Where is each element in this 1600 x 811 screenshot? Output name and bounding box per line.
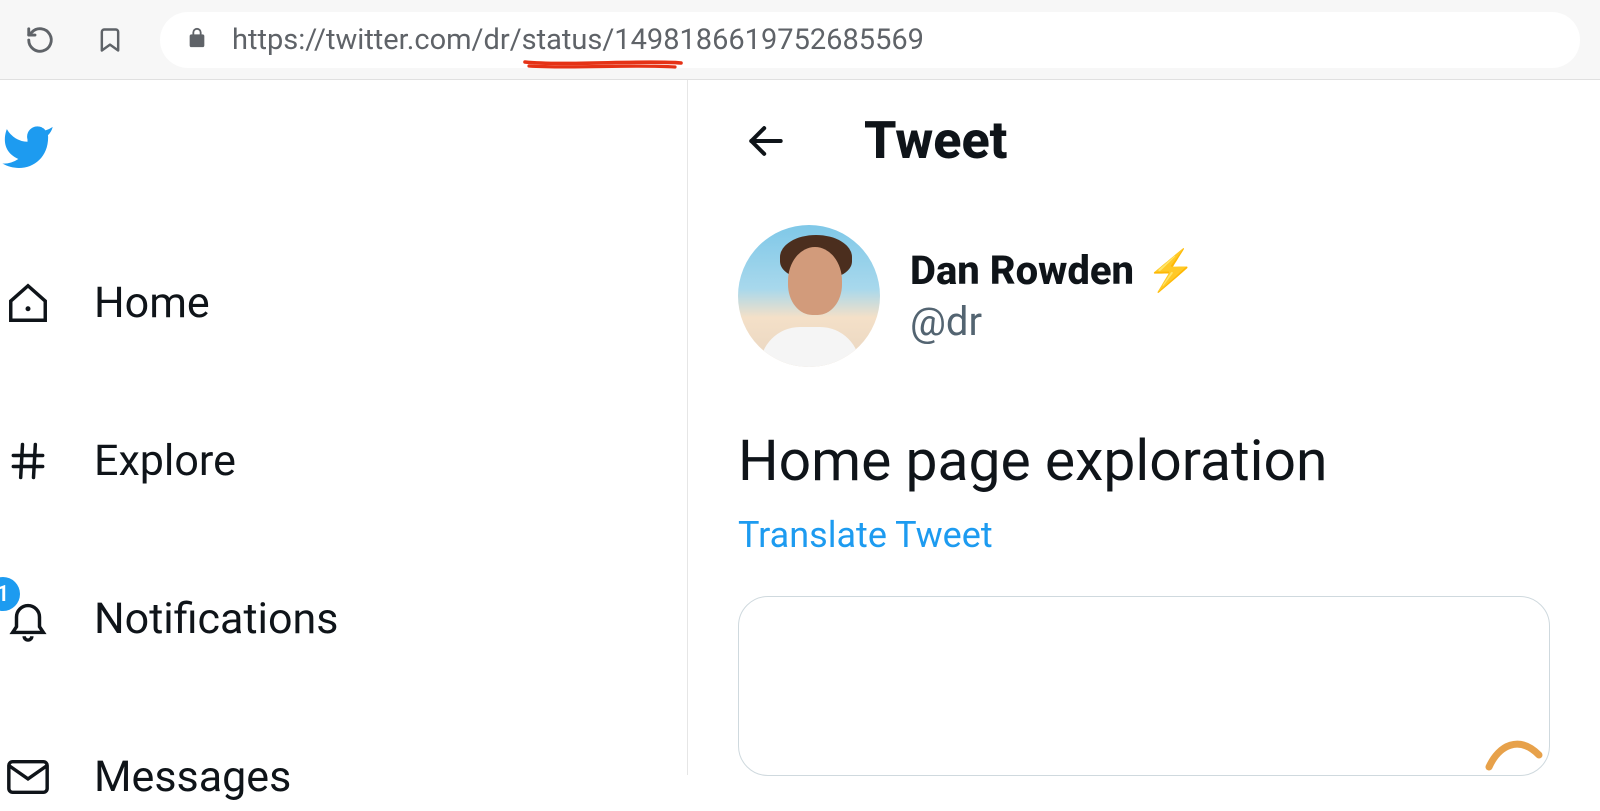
sidebar-item-messages[interactable]: Messages <box>0 743 687 811</box>
sidebar-item-label: Home <box>94 278 210 328</box>
twitter-logo[interactable] <box>0 120 687 179</box>
envelope-icon <box>0 749 56 805</box>
lock-icon <box>186 23 208 57</box>
sidebar-item-home[interactable]: Home <box>0 269 687 337</box>
lightning-icon: ⚡ <box>1146 247 1196 294</box>
sidebar: Home Explore 1 Notifications <box>0 80 688 775</box>
sidebar-item-label: Explore <box>94 436 236 486</box>
author-handle: @dr <box>910 298 1196 345</box>
page-title: Tweet <box>864 110 1007 171</box>
reload-icon[interactable] <box>20 20 60 60</box>
tweet-media[interactable] <box>738 596 1550 776</box>
url-bar[interactable]: https://twitter.com/dr/status/1498186619… <box>160 12 1580 68</box>
sidebar-item-label: Notifications <box>94 594 338 644</box>
tweet-text: Home page exploration <box>738 427 1550 494</box>
url-text: https://twitter.com/dr/status/1498186619… <box>232 23 924 57</box>
bookmark-icon[interactable] <box>90 20 130 60</box>
sidebar-item-label: Messages <box>94 752 291 802</box>
home-icon <box>0 275 56 331</box>
bell-icon: 1 <box>0 591 56 647</box>
translate-link[interactable]: Translate Tweet <box>738 514 993 556</box>
sidebar-item-notifications[interactable]: 1 Notifications <box>0 585 687 653</box>
browser-toolbar: https://twitter.com/dr/status/1498186619… <box>0 0 1600 80</box>
tweet-header: Tweet <box>738 110 1550 171</box>
tweet-author-row[interactable]: Dan Rowden ⚡ @dr <box>738 225 1550 367</box>
sidebar-item-explore[interactable]: Explore <box>0 427 687 495</box>
media-scribble <box>1479 725 1549 775</box>
main-column: Tweet Dan Rowden ⚡ @dr Home page explora… <box>688 80 1600 775</box>
author-name: Dan Rowden <box>910 247 1134 294</box>
annotation-underline <box>523 58 683 70</box>
hash-icon <box>0 433 56 489</box>
back-button[interactable] <box>738 113 794 169</box>
avatar[interactable] <box>738 225 880 367</box>
